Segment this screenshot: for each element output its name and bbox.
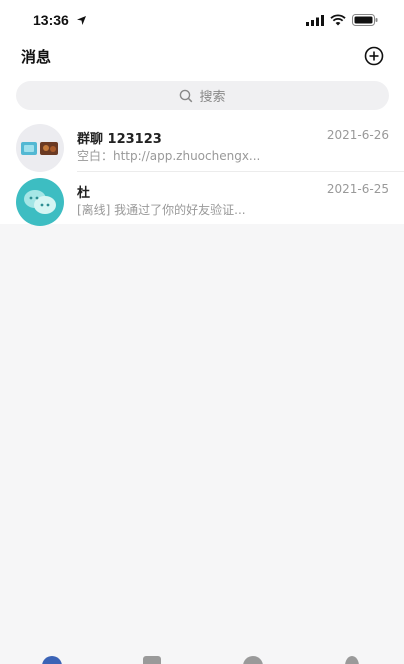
- conversation-preview: 空白：http://app.zhuochengx...: [77, 149, 261, 163]
- add-circle-icon[interactable]: [364, 46, 384, 66]
- battery-icon: [352, 14, 378, 26]
- location-arrow-icon: [76, 16, 86, 25]
- discover-tab-icon[interactable]: [243, 656, 263, 664]
- page-title: 消息: [21, 48, 52, 66]
- tab-bar: [0, 650, 404, 664]
- conversation-name: 杜: [77, 186, 91, 201]
- messages-tab-icon[interactable]: [42, 656, 62, 664]
- profile-tab-icon[interactable]: [345, 656, 359, 664]
- chat-bubbles-icon: [24, 190, 56, 214]
- conversation-item[interactable]: 杜 2021-6-25 [离线] 我通过了你的好友验证...: [0, 173, 404, 226]
- list-divider: [77, 171, 404, 172]
- group-avatar-image: [21, 142, 58, 155]
- signal-icon: [306, 14, 324, 26]
- status-time-text: 13:36: [33, 12, 69, 28]
- group-avatar: [16, 124, 64, 172]
- status-time: 13:36: [33, 12, 86, 28]
- search-placeholder: 搜索: [199, 90, 226, 105]
- conversation-date: 2021-6-26: [326, 128, 389, 142]
- conversation-name: 群聊 123123: [77, 132, 162, 147]
- status-indicators: [306, 13, 378, 27]
- contacts-tab-icon[interactable]: [143, 656, 161, 664]
- search-icon: [180, 89, 193, 102]
- friend-avatar: [16, 178, 64, 226]
- conversation-item[interactable]: 群聊 123123 2021-6-26 空白：http://app.zhuoch…: [0, 119, 404, 172]
- wifi-icon: [330, 14, 346, 26]
- status-bar: 13:36: [0, 0, 404, 40]
- search-input[interactable]: 搜索: [16, 81, 389, 110]
- conversation-date: 2021-6-25: [326, 182, 389, 196]
- conversation-preview: [离线] 我通过了你的好友验证...: [77, 203, 246, 217]
